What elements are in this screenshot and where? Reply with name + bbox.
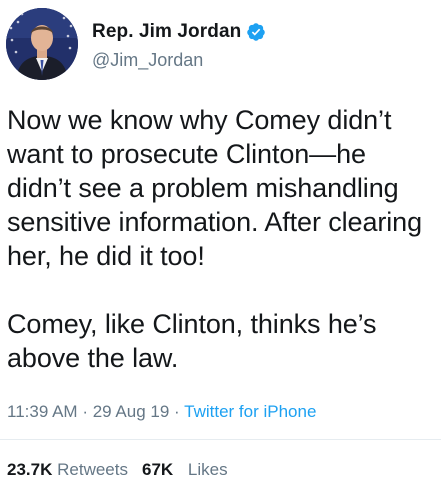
retweets-stat[interactable]: 23.7K Retweets — [7, 460, 128, 479]
display-name-row: Rep. Jim Jordan — [92, 18, 266, 46]
avatar[interactable] — [6, 8, 78, 80]
divider — [0, 439, 441, 440]
likes-count: 67K — [141, 460, 174, 479]
verified-badge-icon — [246, 22, 266, 42]
display-name[interactable]: Rep. Jim Jordan — [92, 21, 241, 43]
tweet-card: Rep. Jim Jordan @Jim_Jordan Now we know … — [0, 0, 441, 495]
tweet-time[interactable]: 11:39 AM — [7, 402, 78, 421]
tweet-header: Rep. Jim Jordan @Jim_Jordan — [6, 8, 266, 80]
retweets-count: 23.7K — [7, 460, 53, 479]
user-names: Rep. Jim Jordan @Jim_Jordan — [92, 18, 266, 71]
tweet-source-link[interactable]: Twitter for iPhone — [184, 402, 316, 421]
retweets-label: Retweets — [57, 460, 128, 479]
meta-separator: · — [174, 402, 180, 421]
profile-photo-icon — [6, 8, 78, 80]
likes-stat[interactable]: 67K Likes — [142, 460, 228, 479]
tweet-date[interactable]: 29 Aug 19 — [93, 402, 170, 421]
user-handle[interactable]: @Jim_Jordan — [92, 50, 266, 71]
tweet-stats: 23.7K Retweets 67K Likes — [7, 460, 228, 480]
meta-separator: · — [82, 402, 88, 421]
tweet-text: Now we know why Comey didn’t want to pro… — [7, 105, 422, 373]
tweet-meta: 11:39 AM · 29 Aug 19 · Twitter for iPhon… — [7, 402, 316, 422]
likes-label: Likes — [187, 460, 228, 479]
